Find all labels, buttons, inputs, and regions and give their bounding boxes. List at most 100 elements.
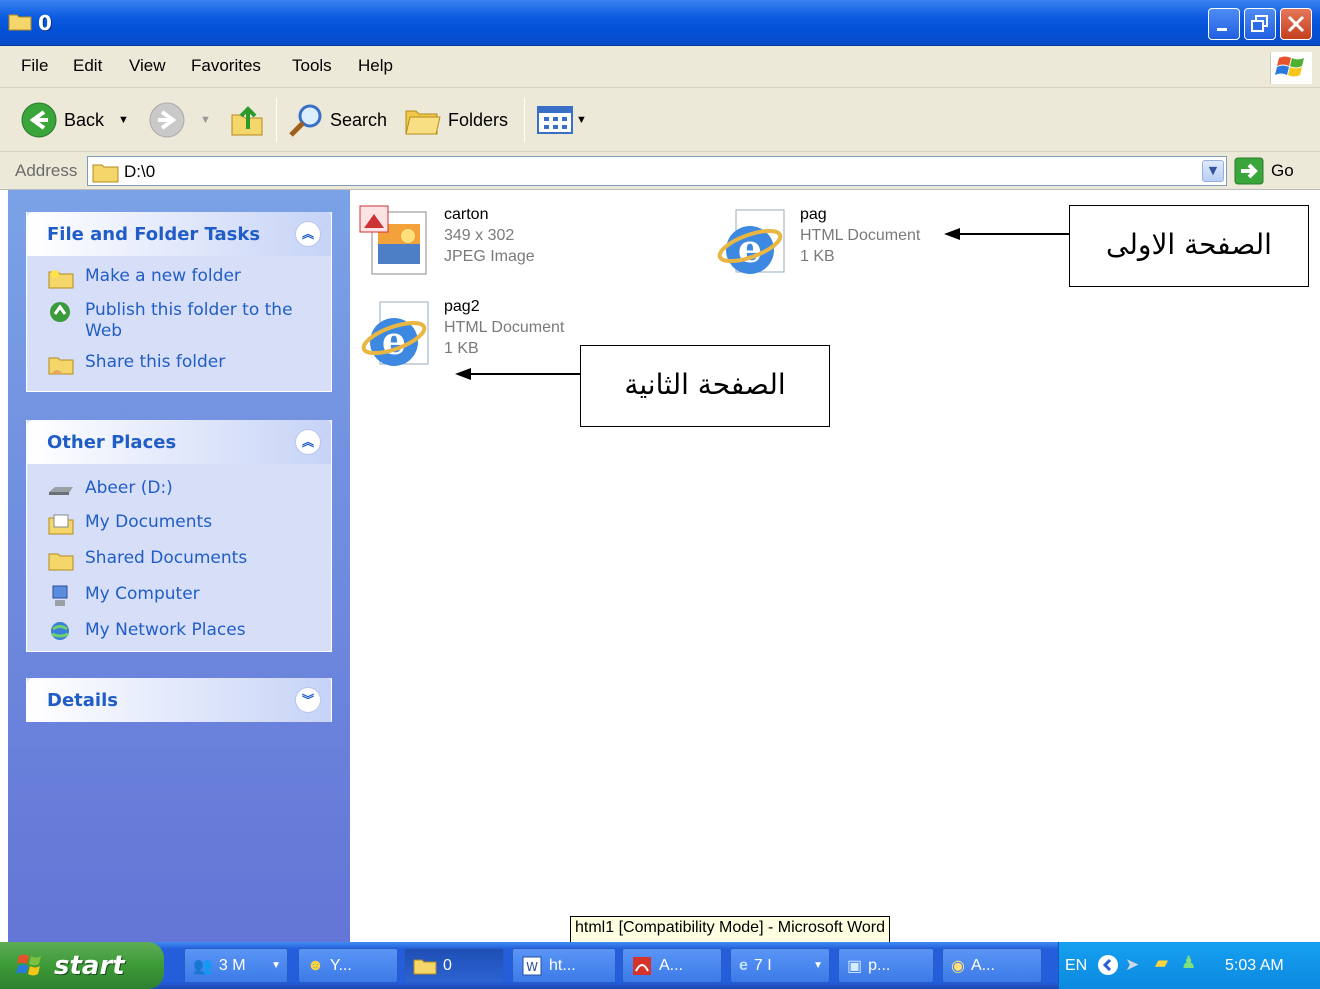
taskbar-button-label: Y...: [329, 956, 352, 974]
svg-text:W: W: [526, 960, 538, 974]
word-doc-icon: W: [522, 956, 542, 975]
share-folder-link[interactable]: Share this folder: [47, 352, 331, 376]
publish-web-icon: [50, 302, 70, 322]
restore-button[interactable]: [1244, 8, 1276, 40]
taskbar-button-label: A...: [659, 956, 684, 974]
share-folder-icon: [48, 357, 74, 375]
folders-label: Folders: [448, 109, 509, 130]
chevron-down-icon[interactable]: ▼: [118, 114, 129, 126]
task-label: Share this folder: [85, 352, 226, 372]
file-folder-tasks-box: File and Folder Tasks ︽ Make a new folde…: [26, 212, 332, 392]
taskbar-button-yahoo[interactable]: ☻ Y...: [298, 948, 398, 983]
up-folder-button[interactable]: [228, 100, 266, 140]
chevron-down-icon[interactable]: ▼: [576, 114, 587, 126]
minimize-icon: [1217, 28, 1227, 31]
search-icon: [289, 104, 322, 137]
place-label: My Documents: [85, 512, 213, 532]
ie-icon: e: [739, 956, 748, 974]
taskbar-button-messenger[interactable]: 👥 3 M ▼: [184, 948, 288, 983]
clock[interactable]: 5:03 AM: [1225, 957, 1284, 975]
start-label: start: [54, 950, 125, 981]
forward-arrow-icon: [149, 102, 185, 138]
my-documents-link[interactable]: My Documents: [47, 512, 331, 536]
system-tray: EN ➤ ▰ ♟ 5:03 AM: [1058, 942, 1320, 989]
toolbar: Back ▼ ▼ Search Folders ▼: [0, 88, 1320, 152]
task-pane: File and Folder Tasks ︽ Make a new folde…: [8, 190, 350, 942]
toolbar-separator: [276, 98, 277, 142]
file-folder-tasks-header[interactable]: File and Folder Tasks ︽: [27, 212, 331, 256]
collapse-chevron-icon[interactable]: ︽: [295, 221, 321, 247]
folder-tray-icon[interactable]: ▰: [1155, 953, 1168, 973]
user-tray-icon[interactable]: ♟: [1181, 953, 1196, 973]
place-label: Shared Documents: [85, 548, 248, 568]
file-folder-tasks-title: File and Folder Tasks: [47, 224, 261, 245]
chevron-down-icon: ▼: [271, 960, 281, 971]
drive-icon: [49, 487, 73, 495]
publish-folder-web-link[interactable]: Publish this folder to the Web: [47, 300, 331, 342]
views-button[interactable]: ▼: [536, 100, 587, 140]
search-button[interactable]: Search: [286, 100, 387, 140]
folder-icon: [413, 959, 437, 974]
title-bar[interactable]: 0: [0, 0, 1320, 46]
back-arrow-icon: [21, 102, 57, 138]
taskbar-button-paint[interactable]: ▣ p...: [838, 948, 934, 983]
menu-edit[interactable]: Edit: [73, 56, 102, 76]
menu-view[interactable]: View: [129, 56, 166, 76]
address-label: Address: [15, 161, 78, 180]
restore-icon: [1251, 15, 1268, 32]
menu-help[interactable]: Help: [358, 56, 393, 76]
taskbar-button-acrobat[interactable]: A...: [622, 948, 722, 983]
search-label: Search: [330, 109, 388, 130]
new-folder-icon: [48, 270, 74, 289]
taskbar-button-app[interactable]: ◉ A...: [942, 948, 1042, 983]
other-places-header[interactable]: Other Places ︽: [27, 420, 331, 464]
window-title: 0: [38, 11, 52, 35]
taskbar-button-ie[interactable]: e 7 I ▼: [730, 948, 830, 983]
address-bar: Address D:\0 ▼ Go: [0, 152, 1320, 190]
taskbar-button-label: 3 M: [218, 956, 246, 974]
details-title: Details: [47, 690, 118, 711]
tray-chevron-icon[interactable]: [1097, 954, 1119, 976]
language-indicator[interactable]: EN: [1065, 957, 1087, 975]
my-computer-icon: [52, 585, 68, 606]
menu-file[interactable]: File: [21, 56, 48, 76]
menu-favorites[interactable]: Favorites: [191, 56, 261, 76]
app-icon: ◉: [951, 957, 965, 975]
close-button[interactable]: [1280, 8, 1312, 40]
paint-icon: ▣: [847, 957, 863, 975]
back-button[interactable]: Back ▼: [20, 100, 129, 140]
toolbar-separator: [524, 98, 525, 142]
other-places-title: Other Places: [47, 432, 177, 453]
make-new-folder-link[interactable]: Make a new folder: [47, 266, 331, 290]
collapse-chevron-icon[interactable]: ︽: [295, 429, 321, 455]
shared-documents-link[interactable]: Shared Documents: [47, 548, 331, 572]
forward-button[interactable]: ▼: [148, 100, 211, 140]
my-computer-link[interactable]: My Computer: [47, 584, 331, 608]
back-label: Back: [64, 109, 105, 130]
address-input[interactable]: D:\0 ▼: [87, 156, 1227, 186]
drive-d-link[interactable]: Abeer (D:): [47, 478, 331, 502]
windows-logo-icon: [1270, 52, 1312, 84]
menu-bar: File Edit View Favorites Tools Help: [0, 46, 1320, 88]
details-header[interactable]: Details ︾: [27, 678, 331, 722]
taskbar: start 👥 3 M ▼ ☻ Y... 0 W ht... A... e 7 …: [0, 942, 1320, 989]
annotation-arrows: [455, 228, 1070, 380]
file-list-view[interactable]: carton 349 x 302 JPEG Image e pag HTML D…: [350, 190, 1320, 942]
expand-chevron-icon[interactable]: ︾: [295, 687, 321, 713]
folder-icon: [92, 164, 119, 183]
messenger-icon: 👥: [193, 957, 213, 975]
acrobat-icon: [633, 956, 651, 975]
chevron-down-icon[interactable]: ▼: [200, 114, 211, 126]
go-button[interactable]: Go: [1234, 157, 1294, 185]
taskbar-button-label: ht...: [549, 956, 576, 974]
taskbar-button-explorer[interactable]: 0: [404, 948, 504, 983]
start-button[interactable]: start: [0, 942, 164, 989]
chevron-down-icon[interactable]: ▼: [1202, 160, 1224, 182]
taskbar-button-word[interactable]: W ht...: [512, 948, 616, 983]
my-network-places-link[interactable]: My Network Places: [47, 620, 331, 644]
minimize-button[interactable]: [1208, 8, 1240, 40]
network-tray-icon[interactable]: ➤: [1125, 955, 1139, 975]
folders-button[interactable]: Folders: [404, 100, 508, 140]
menu-tools[interactable]: Tools: [292, 56, 332, 76]
details-box: Details ︾: [26, 678, 332, 722]
